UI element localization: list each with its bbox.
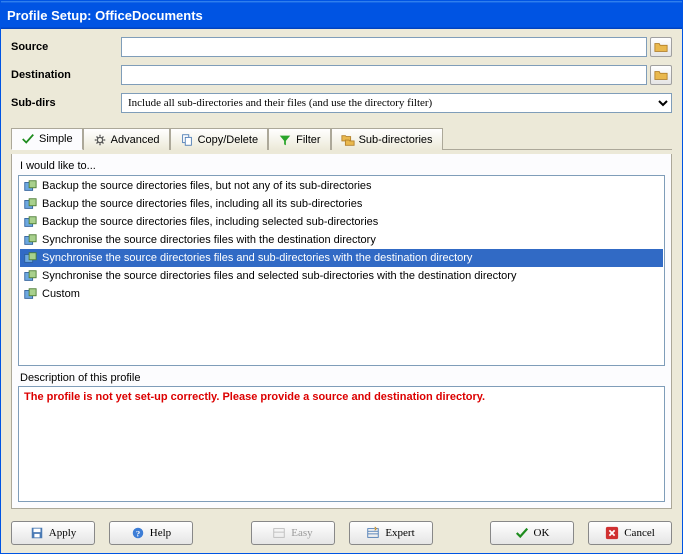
profile-type-icon bbox=[23, 251, 37, 265]
options-listbox[interactable]: Backup the source directories files, but… bbox=[18, 175, 665, 366]
destination-label: Destination bbox=[11, 69, 121, 81]
save-icon bbox=[30, 526, 44, 540]
tab-label: Filter bbox=[296, 134, 320, 146]
folder-icon bbox=[654, 68, 668, 82]
window-title: Profile Setup: OfficeDocuments bbox=[7, 8, 203, 23]
check-icon bbox=[515, 526, 529, 540]
list-item-label: Synchronise the source directories files… bbox=[42, 252, 472, 264]
button-label: Help bbox=[150, 527, 171, 539]
profile-type-icon bbox=[23, 197, 37, 211]
apply-button[interactable]: Apply bbox=[11, 521, 95, 545]
list-item-label: Backup the source directories files, inc… bbox=[42, 198, 362, 210]
tab-label: Advanced bbox=[111, 134, 160, 146]
list-item-label: Synchronise the source directories files… bbox=[42, 234, 376, 246]
list-item[interactable]: Synchronise the source directories files… bbox=[20, 249, 663, 267]
profile-type-icon bbox=[23, 233, 37, 247]
browse-source-button[interactable] bbox=[650, 37, 672, 57]
filter-icon bbox=[278, 133, 292, 147]
description-label: Description of this profile bbox=[18, 366, 665, 386]
help-icon: ? bbox=[131, 526, 145, 540]
button-label: Easy bbox=[291, 527, 312, 539]
check-icon bbox=[21, 132, 35, 146]
subdirs-select[interactable]: Include all sub-directories and their fi… bbox=[121, 93, 672, 113]
destination-input[interactable] bbox=[121, 65, 647, 85]
folder-icon bbox=[654, 40, 668, 54]
cancel-icon bbox=[605, 526, 619, 540]
easy-button: Easy bbox=[251, 521, 335, 545]
description-text: The profile is not yet set-up correctly.… bbox=[24, 391, 485, 403]
profile-type-icon bbox=[23, 179, 37, 193]
tab-label: Simple bbox=[39, 133, 73, 145]
help-button[interactable]: ? Help bbox=[109, 521, 193, 545]
list-item[interactable]: Backup the source directories files, but… bbox=[20, 177, 663, 195]
list-item[interactable]: Synchronise the source directories files… bbox=[20, 267, 663, 285]
cancel-button[interactable]: Cancel bbox=[588, 521, 672, 545]
subdirs-label: Sub-dirs bbox=[11, 97, 121, 109]
source-input[interactable] bbox=[121, 37, 647, 57]
tab-advanced[interactable]: Advanced bbox=[83, 128, 170, 150]
tab-bar: Simple Advanced Copy/Delete Filter Sub-d… bbox=[11, 127, 672, 150]
tab-copy-delete[interactable]: Copy/Delete bbox=[170, 128, 269, 150]
list-item-label: Synchronise the source directories files… bbox=[42, 270, 516, 282]
list-item-label: Custom bbox=[42, 288, 80, 300]
list-item[interactable]: Synchronise the source directories files… bbox=[20, 231, 663, 249]
tab-simple[interactable]: Simple bbox=[11, 128, 83, 150]
profile-type-icon bbox=[23, 269, 37, 283]
list-item-label: Backup the source directories files, but… bbox=[42, 180, 372, 192]
copy-icon bbox=[180, 133, 194, 147]
list-item[interactable]: Backup the source directories files, inc… bbox=[20, 213, 663, 231]
browse-destination-button[interactable] bbox=[650, 65, 672, 85]
profile-type-icon bbox=[23, 287, 37, 301]
expert-icon bbox=[366, 526, 380, 540]
gear-icon bbox=[93, 133, 107, 147]
tab-filter[interactable]: Filter bbox=[268, 128, 330, 150]
titlebar: Profile Setup: OfficeDocuments bbox=[1, 1, 682, 29]
description-box: The profile is not yet set-up correctly.… bbox=[18, 386, 665, 502]
source-label: Source bbox=[11, 41, 121, 53]
prompt-label: I would like to... bbox=[18, 158, 665, 175]
list-item[interactable]: Custom bbox=[20, 285, 663, 303]
button-label: OK bbox=[534, 527, 550, 539]
profile-type-icon bbox=[23, 215, 37, 229]
ok-button[interactable]: OK bbox=[490, 521, 574, 545]
button-label: Cancel bbox=[624, 527, 655, 539]
folders-icon bbox=[341, 133, 355, 147]
list-item-label: Backup the source directories files, inc… bbox=[42, 216, 378, 228]
tab-sub-directories[interactable]: Sub-directories bbox=[331, 128, 443, 150]
button-label: Apply bbox=[49, 527, 77, 539]
expert-button[interactable]: Expert bbox=[349, 521, 433, 545]
easy-icon bbox=[272, 526, 286, 540]
tab-label: Copy/Delete bbox=[198, 134, 259, 146]
list-item[interactable]: Backup the source directories files, inc… bbox=[20, 195, 663, 213]
svg-text:?: ? bbox=[136, 529, 140, 539]
tab-label: Sub-directories bbox=[359, 134, 433, 146]
button-label: Expert bbox=[385, 527, 414, 539]
